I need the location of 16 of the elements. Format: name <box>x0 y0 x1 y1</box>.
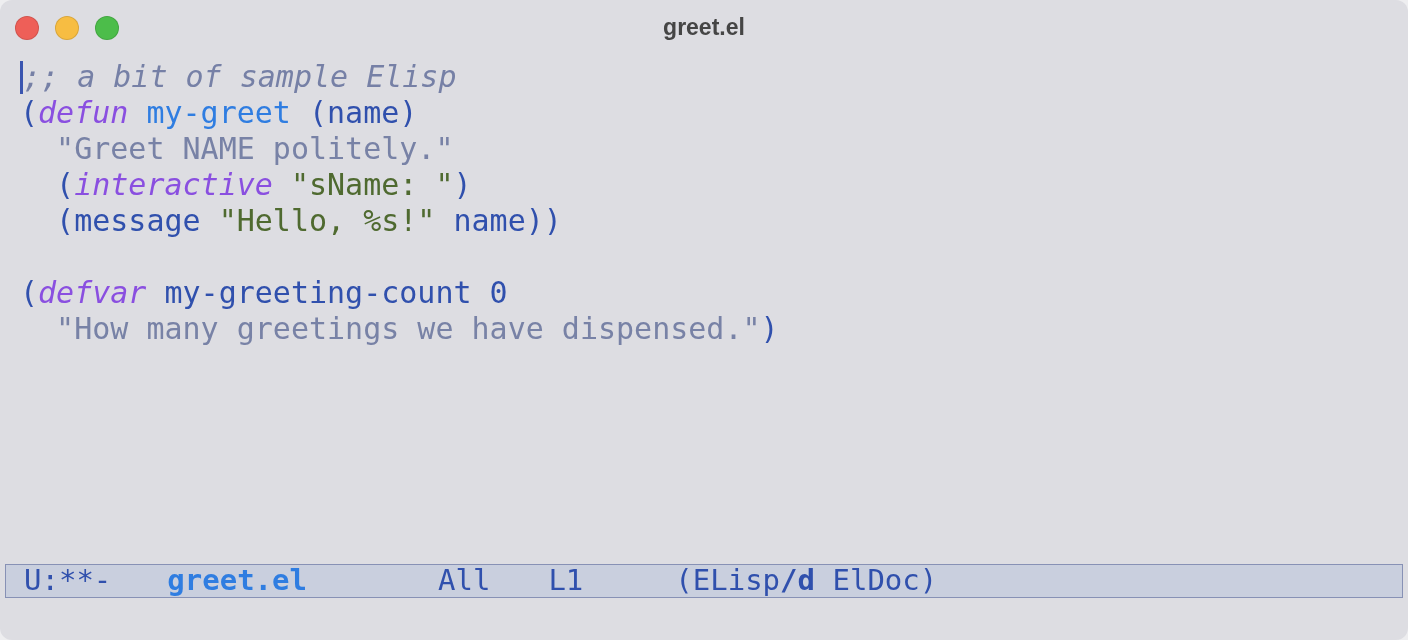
zoom-button[interactable] <box>95 15 119 40</box>
close-button[interactable] <box>15 15 39 40</box>
line-number: L1 <box>548 562 584 600</box>
code-line: (interactive "sName: ") <box>55 167 472 203</box>
code-line: (defvar my-greeting-count 0 <box>20 275 508 311</box>
code-comment: ;; a bit of sample Elisp <box>23 59 457 95</box>
window-title: greet.el <box>663 13 745 43</box>
code-line: "How many greetings we have dispensed.") <box>55 311 779 347</box>
scroll-position: All <box>438 562 491 600</box>
code-line: (defun my-greet (name) <box>20 95 418 131</box>
code-line: (message "Hello, %s!" name)) <box>55 203 562 239</box>
minimize-button[interactable] <box>55 15 79 40</box>
buffer-name: greet.el <box>167 562 307 600</box>
code-line: "Greet NAME politely." <box>55 131 454 167</box>
modified-status: U:**- <box>24 562 112 600</box>
major-mode: (ELisp/d ElDoc) <box>675 562 938 600</box>
